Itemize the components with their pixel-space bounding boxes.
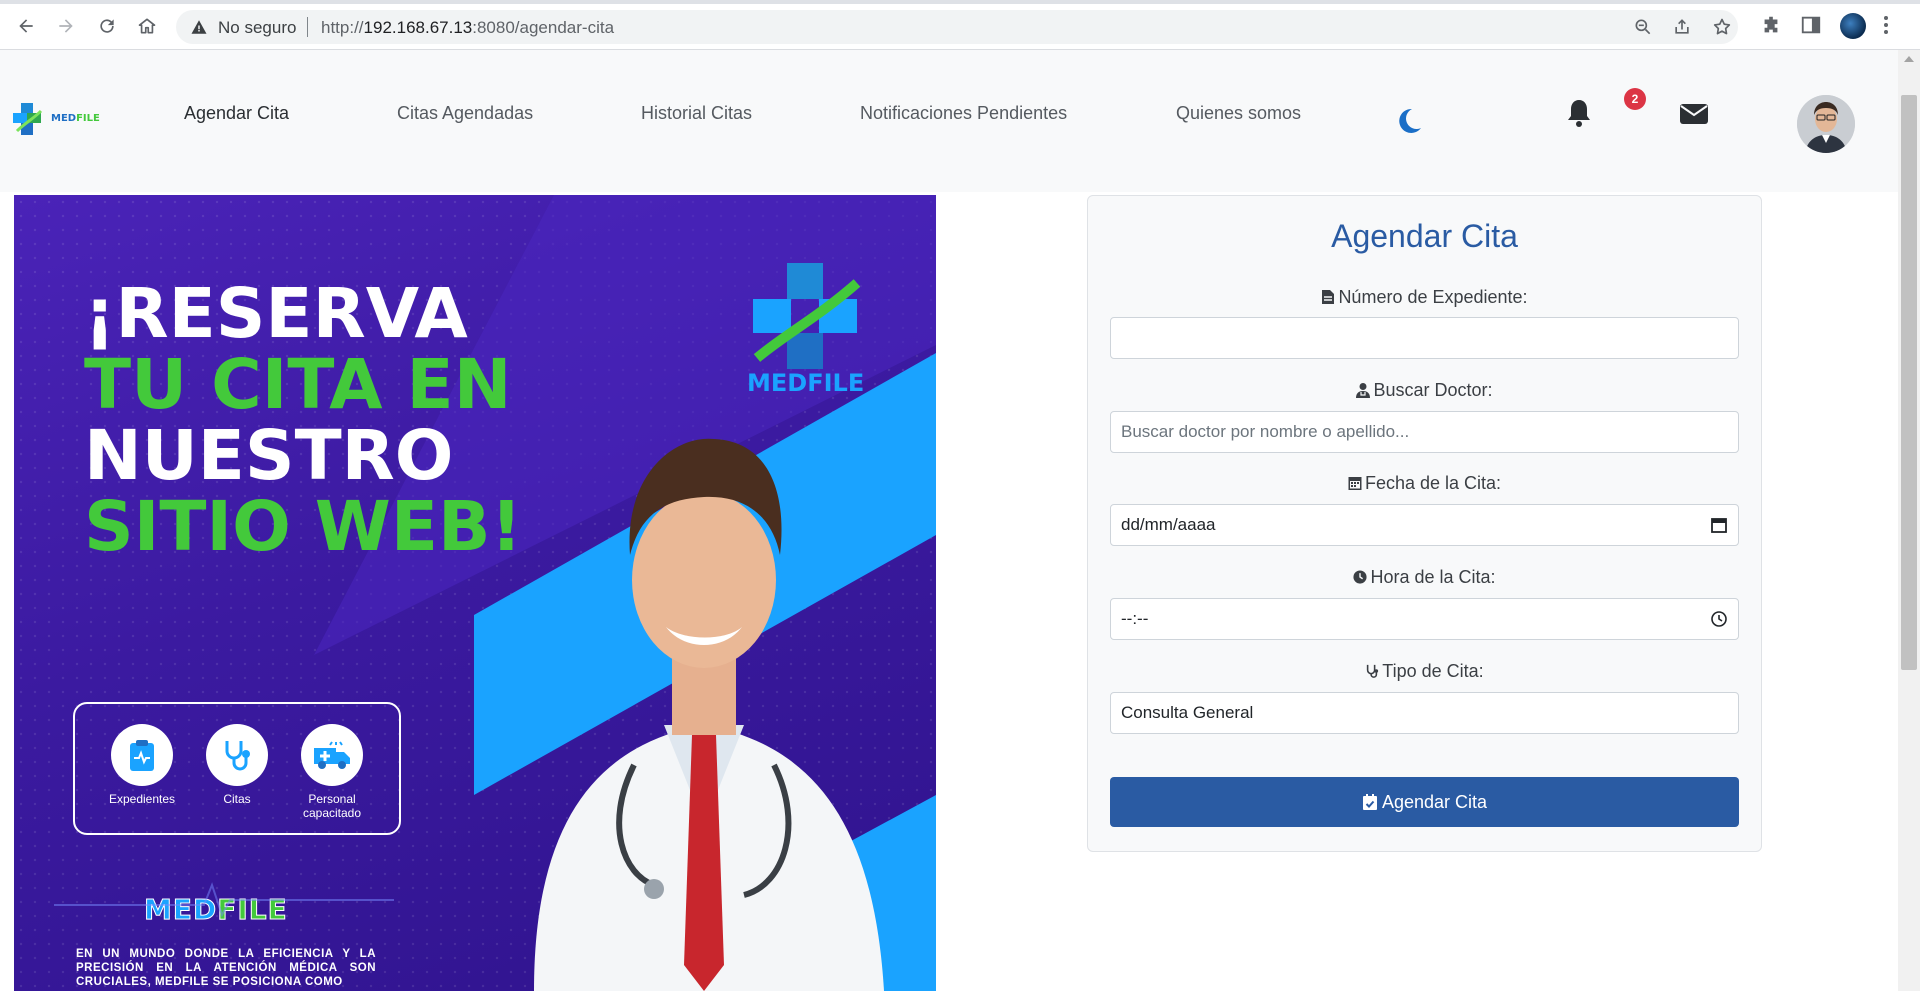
feature-label: Expedientes — [108, 792, 176, 806]
insecure-label[interactable]: No seguro — [218, 18, 296, 38]
url-prefix: http:// — [321, 18, 364, 37]
site-navbar: MEDFILE Agendar Cita Citas Agendadas His… — [0, 50, 1898, 192]
stethoscope-icon — [1367, 664, 1379, 678]
warning-icon[interactable] — [190, 18, 208, 36]
bookmark-star-icon[interactable] — [1712, 17, 1732, 37]
fecha-value: dd/mm/aaaa — [1121, 515, 1216, 534]
agendar-cita-button[interactable]: Agendar Cita — [1110, 777, 1739, 827]
hora-value: --:-- — [1121, 609, 1149, 628]
menu-kebab-icon[interactable] — [1882, 14, 1890, 36]
address-bar[interactable]: No seguro http://192.168.67.13:8080/agen… — [176, 10, 1738, 44]
user-avatar[interactable] — [1797, 95, 1855, 153]
extensions-icon[interactable] — [1760, 14, 1782, 36]
tipo-cita-select[interactable]: Consulta General — [1110, 692, 1739, 734]
tab-strip-edge — [0, 0, 1920, 4]
headline-line-4: SITIO WEB! — [84, 487, 523, 567]
fecha-label-text: Fecha de la Cita: — [1364, 473, 1502, 493]
hora-label-text: Hora de la Cita: — [1370, 567, 1496, 587]
back-icon[interactable] — [12, 12, 40, 40]
hora-input[interactable]: --:-- — [1110, 598, 1739, 640]
clipboard-icon — [111, 724, 173, 786]
share-icon[interactable] — [1672, 17, 1692, 37]
divider — [307, 17, 308, 37]
clock-icon — [1353, 570, 1368, 584]
doctor-label: Buscar Doctor: — [1088, 380, 1761, 401]
expediente-label-text: Número de Expediente: — [1338, 287, 1528, 307]
dark-mode-moon-icon[interactable] — [1394, 106, 1424, 136]
headline-line-2: TU CITA EN — [84, 345, 512, 425]
feature-expedientes: Expedientes — [97, 724, 187, 806]
headline-line-3: NUESTRO — [84, 416, 454, 496]
calendar-icon — [1348, 477, 1362, 490]
nav-quienes-somos[interactable]: Quienes somos — [1176, 103, 1301, 124]
feature-citas: Citas — [192, 724, 282, 806]
banner-headline: ¡RESERVA TU CITA EN NUESTRO SITIO WEB! — [84, 279, 522, 563]
nav-agendar-cita[interactable]: Agendar Cita — [184, 103, 289, 124]
page-scrollbar[interactable] — [1898, 50, 1920, 991]
tipo-label: Tipo de Cita: — [1088, 661, 1761, 682]
scrollbar-thumb[interactable] — [1901, 95, 1917, 670]
user-photo-icon — [1797, 95, 1855, 153]
side-panel-icon[interactable] — [1800, 14, 1822, 36]
profile-avatar[interactable] — [1840, 13, 1866, 39]
messages-envelope-icon[interactable] — [1679, 102, 1709, 126]
feature-personal-capacitado: Personal capacitado — [287, 724, 377, 820]
feature-label: Citas — [223, 792, 251, 806]
tipo-label-text: Tipo de Cita: — [1382, 661, 1484, 681]
doctor-label-text: Buscar Doctor: — [1373, 380, 1493, 400]
promo-banner: MEDFILE ¡RESERVA TU CITA EN NUESTRO SITI… — [14, 195, 936, 991]
expediente-label: Número de Expediente: — [1088, 287, 1761, 308]
nav-historial-citas[interactable]: Historial Citas — [641, 103, 752, 124]
url-host: 192.168.67.13 — [363, 18, 473, 37]
headline-line-1: ¡RESERVA — [84, 274, 468, 354]
feature-label: Personal capacitado — [302, 792, 362, 820]
time-picker-icon[interactable] — [1710, 610, 1728, 628]
agendar-cita-form: Agendar Cita Número de Expediente: Busca… — [1087, 195, 1762, 852]
reload-icon[interactable] — [93, 12, 121, 40]
notifications-bell-icon[interactable] — [1564, 97, 1594, 129]
stethoscope-icon — [206, 724, 268, 786]
scroll-up-arrow[interactable] — [1904, 56, 1914, 62]
doctor-illustration — [534, 438, 884, 991]
doctor-search-input[interactable]: Buscar doctor por nombre o apellido... — [1110, 411, 1739, 453]
heartbeat-line — [54, 882, 394, 918]
doctor-icon — [1356, 383, 1371, 398]
zoom-icon[interactable] — [1633, 17, 1653, 37]
agendar-cita-button-label: Agendar Cita — [1381, 792, 1488, 812]
forward-icon[interactable] — [52, 12, 80, 40]
banner-medfile-logo-icon: MEDFILE — [747, 263, 864, 393]
ambulance-icon — [301, 724, 363, 786]
nav-citas-agendadas[interactable]: Citas Agendadas — [397, 103, 533, 124]
medfile-logo[interactable]: MEDFILE — [9, 99, 109, 139]
fecha-label: Fecha de la Cita: — [1088, 473, 1761, 494]
nav-notificaciones-pendientes[interactable]: Notificaciones Pendientes — [860, 103, 1067, 124]
logo-text: MEDFILE — [51, 113, 100, 124]
form-title: Agendar Cita — [1331, 218, 1518, 254]
browser-toolbar: No seguro http://192.168.67.13:8080/agen… — [0, 0, 1920, 50]
file-icon — [1322, 290, 1335, 304]
hora-label: Hora de la Cita: — [1088, 567, 1761, 588]
url-text[interactable]: http://192.168.67.13:8080/agendar-cita — [321, 18, 614, 38]
home-icon[interactable] — [133, 12, 161, 40]
features-box: Expedientes Citas Personal capacitado — [73, 702, 401, 835]
url-rest: :8080/agendar-cita — [472, 18, 615, 37]
expediente-input[interactable] — [1110, 317, 1739, 359]
calendar-check-icon — [1362, 794, 1377, 810]
notification-count-badge: 2 — [1624, 88, 1646, 110]
calendar-picker-icon[interactable] — [1710, 516, 1728, 534]
fecha-input[interactable]: dd/mm/aaaa — [1110, 504, 1739, 546]
banner-copy-text: EN UN MUNDO DONDE LA EFICIENCIA Y LA PRE… — [76, 948, 376, 988]
svg-text:MEDFILE: MEDFILE — [747, 369, 864, 393]
